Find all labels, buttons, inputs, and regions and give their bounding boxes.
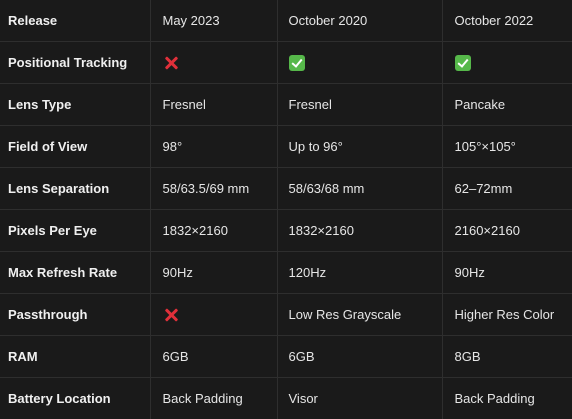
table-cell: Back Padding bbox=[442, 378, 572, 419]
cell-value: 90Hz bbox=[163, 265, 193, 280]
cell-value: 8GB bbox=[455, 349, 481, 364]
table-cell: 62–72mm bbox=[442, 168, 572, 210]
table-row-positional-tracking: Positional Tracking bbox=[0, 42, 572, 84]
cell-value: May 2023 bbox=[163, 13, 220, 28]
table-body: Release May 2023 October 2020 October 2022 P… bbox=[0, 0, 572, 419]
table-cell: Up to 96° bbox=[277, 126, 442, 168]
table-cell bbox=[277, 42, 442, 84]
table-row-passthrough: Passthrough Low Res Grayscale Higher Res C… bbox=[0, 294, 572, 336]
row-label: Max Refresh Rate bbox=[0, 252, 150, 294]
cell-value: 120Hz bbox=[289, 265, 327, 280]
row-label: Passthrough bbox=[0, 294, 150, 336]
table-cell: 90Hz bbox=[150, 252, 277, 294]
table-cell: October 2022 bbox=[442, 0, 572, 42]
table-cell: Low Res Grayscale bbox=[277, 294, 442, 336]
table-cell: 2160×2160 bbox=[442, 210, 572, 252]
table-cell: May 2023 bbox=[150, 0, 277, 42]
cell-value: 62–72mm bbox=[455, 181, 513, 196]
cell-value: 6GB bbox=[289, 349, 315, 364]
cell-value: Low Res Grayscale bbox=[289, 307, 402, 322]
table-row-ram: RAM 6GB 6GB 8GB bbox=[0, 336, 572, 378]
table-cell: 1832×2160 bbox=[277, 210, 442, 252]
table-cell bbox=[150, 42, 277, 84]
cell-value: 1832×2160 bbox=[289, 223, 354, 238]
cell-value: 98° bbox=[163, 139, 183, 154]
table-cell: October 2020 bbox=[277, 0, 442, 42]
cell-value: 58/63.5/69 mm bbox=[163, 181, 250, 196]
cell-value: 105°×105° bbox=[455, 139, 516, 154]
table-cell: Visor bbox=[277, 378, 442, 419]
table-row-battery-location: Battery Location Back Padding Visor Back Pa… bbox=[0, 378, 572, 419]
table-cell: Back Padding bbox=[150, 378, 277, 419]
table-cell: 105°×105° bbox=[442, 126, 572, 168]
table-row-lens-type: Lens Type Fresnel Fresnel Pancake bbox=[0, 84, 572, 126]
row-label: Lens Separation bbox=[0, 168, 150, 210]
comparison-table: Release May 2023 October 2020 October 2022 P… bbox=[0, 0, 572, 419]
table-cell: 1832×2160 bbox=[150, 210, 277, 252]
table-cell: 98° bbox=[150, 126, 277, 168]
cell-value: Visor bbox=[289, 391, 318, 406]
row-label: Positional Tracking bbox=[0, 42, 150, 84]
table-cell: 6GB bbox=[150, 336, 277, 378]
cross-mark-icon bbox=[163, 55, 179, 71]
cell-value: 58/63/68 mm bbox=[289, 181, 365, 196]
cell-value: Back Padding bbox=[455, 391, 535, 406]
cell-value: Up to 96° bbox=[289, 139, 343, 154]
cell-value: October 2022 bbox=[455, 13, 534, 28]
row-label: Battery Location bbox=[0, 378, 150, 419]
table-row-lens-separation: Lens Separation 58/63.5/69 mm 58/63/68 mm 6… bbox=[0, 168, 572, 210]
table-cell: 58/63.5/69 mm bbox=[150, 168, 277, 210]
cell-value: Higher Res Color bbox=[455, 307, 555, 322]
table-cell: 58/63/68 mm bbox=[277, 168, 442, 210]
cross-mark-icon bbox=[163, 307, 179, 323]
table-cell bbox=[442, 42, 572, 84]
table-cell: 6GB bbox=[277, 336, 442, 378]
table-cell bbox=[150, 294, 277, 336]
cell-value: Back Padding bbox=[163, 391, 243, 406]
check-mark-icon bbox=[289, 55, 305, 71]
cell-value: October 2020 bbox=[289, 13, 368, 28]
row-label: Field of View bbox=[0, 126, 150, 168]
cell-value: Fresnel bbox=[289, 97, 332, 112]
table-cell: Pancake bbox=[442, 84, 572, 126]
cell-value: 6GB bbox=[163, 349, 189, 364]
table-row-pixels-per-eye: Pixels Per Eye 1832×2160 1832×2160 2160×216… bbox=[0, 210, 572, 252]
table-cell: Higher Res Color bbox=[442, 294, 572, 336]
cell-value: 1832×2160 bbox=[163, 223, 228, 238]
cell-value: 90Hz bbox=[455, 265, 485, 280]
cell-value: Pancake bbox=[455, 97, 506, 112]
table-cell: Fresnel bbox=[150, 84, 277, 126]
table-cell: Fresnel bbox=[277, 84, 442, 126]
row-label: Lens Type bbox=[0, 84, 150, 126]
row-label: Release bbox=[0, 0, 150, 42]
cell-value: Fresnel bbox=[163, 97, 206, 112]
table-row-release: Release May 2023 October 2020 October 2022 bbox=[0, 0, 572, 42]
table-row-field-of-view: Field of View 98° Up to 96° 105°×105° bbox=[0, 126, 572, 168]
table-row-max-refresh-rate: Max Refresh Rate 90Hz 120Hz 90Hz bbox=[0, 252, 572, 294]
cell-value: 2160×2160 bbox=[455, 223, 520, 238]
table-cell: 90Hz bbox=[442, 252, 572, 294]
table-cell: 8GB bbox=[442, 336, 572, 378]
check-mark-icon bbox=[455, 55, 471, 71]
table-cell: 120Hz bbox=[277, 252, 442, 294]
row-label: Pixels Per Eye bbox=[0, 210, 150, 252]
row-label: RAM bbox=[0, 336, 150, 378]
